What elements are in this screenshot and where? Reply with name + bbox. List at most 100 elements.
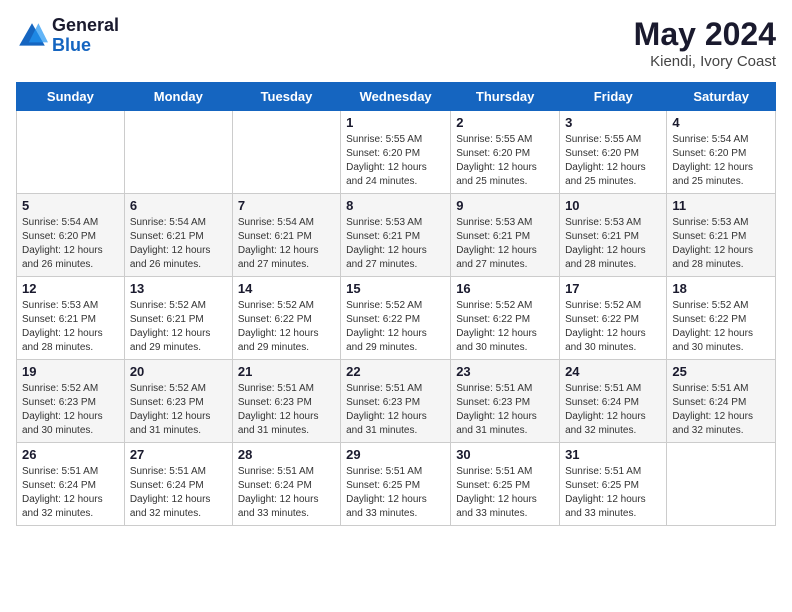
calendar-cell: 23 Sunrise: 5:51 AM Sunset: 6:23 PM Dayli… [451,360,560,443]
calendar-cell: 18 Sunrise: 5:52 AM Sunset: 6:22 PM Dayli… [667,277,776,360]
calendar-cell: 19 Sunrise: 5:52 AM Sunset: 6:23 PM Dayli… [17,360,125,443]
day-info: Sunrise: 5:51 AM Sunset: 6:23 PM Dayligh… [238,382,335,438]
day-info: Sunrise: 5:51 AM Sunset: 6:24 PM Dayligh… [22,465,119,521]
day-info: Sunrise: 5:51 AM Sunset: 6:24 PM Dayligh… [130,465,227,521]
day-info: Sunrise: 5:52 AM Sunset: 6:22 PM Dayligh… [238,299,335,355]
day-info: Sunrise: 5:54 AM Sunset: 6:20 PM Dayligh… [672,133,770,189]
day-info: Sunrise: 5:52 AM Sunset: 6:22 PM Dayligh… [672,299,770,355]
calendar-cell [124,111,232,194]
day-number: 17 [565,281,661,296]
calendar-cell: 27 Sunrise: 5:51 AM Sunset: 6:24 PM Dayli… [124,443,232,526]
weekday-header: Thursday [451,83,560,111]
day-info: Sunrise: 5:51 AM Sunset: 6:24 PM Dayligh… [672,382,770,438]
day-number: 11 [672,198,770,213]
day-info: Sunrise: 5:54 AM Sunset: 6:20 PM Dayligh… [22,216,119,272]
calendar-cell: 16 Sunrise: 5:52 AM Sunset: 6:22 PM Dayli… [451,277,560,360]
day-info: Sunrise: 5:55 AM Sunset: 6:20 PM Dayligh… [565,133,661,189]
day-info: Sunrise: 5:51 AM Sunset: 6:24 PM Dayligh… [565,382,661,438]
calendar-cell: 24 Sunrise: 5:51 AM Sunset: 6:24 PM Dayli… [560,360,667,443]
day-info: Sunrise: 5:52 AM Sunset: 6:23 PM Dayligh… [22,382,119,438]
day-number: 2 [456,115,554,130]
weekday-header: Wednesday [341,83,451,111]
day-number: 31 [565,447,661,462]
day-info: Sunrise: 5:51 AM Sunset: 6:23 PM Dayligh… [346,382,445,438]
page-header: General Blue May 2024 Kiendi, Ivory Coas… [16,16,776,70]
day-info: Sunrise: 5:51 AM Sunset: 6:24 PM Dayligh… [238,465,335,521]
calendar-cell: 17 Sunrise: 5:52 AM Sunset: 6:22 PM Dayli… [560,277,667,360]
day-number: 21 [238,364,335,379]
weekday-header: Friday [560,83,667,111]
calendar-cell: 2Sunrise: 5:55 AM Sunset: 6:20 PM Daylig… [451,111,560,194]
day-number: 23 [456,364,554,379]
calendar-cell: 20 Sunrise: 5:52 AM Sunset: 6:23 PM Dayli… [124,360,232,443]
day-number: 27 [130,447,227,462]
day-number: 28 [238,447,335,462]
day-info: Sunrise: 5:52 AM Sunset: 6:21 PM Dayligh… [130,299,227,355]
day-number: 29 [346,447,445,462]
day-number: 18 [672,281,770,296]
day-number: 19 [22,364,119,379]
day-info: Sunrise: 5:54 AM Sunset: 6:21 PM Dayligh… [238,216,335,272]
day-info: Sunrise: 5:52 AM Sunset: 6:22 PM Dayligh… [456,299,554,355]
calendar-cell: 21 Sunrise: 5:51 AM Sunset: 6:23 PM Dayli… [232,360,340,443]
weekday-header-row: SundayMondayTuesdayWednesdayThursdayFrid… [17,83,776,111]
day-number: 22 [346,364,445,379]
calendar-cell: 1 Sunrise: 5:55 AM Sunset: 6:20 PM Daylig… [341,111,451,194]
day-number: 16 [456,281,554,296]
calendar-cell: 25 Sunrise: 5:51 AM Sunset: 6:24 PM Dayli… [667,360,776,443]
day-number: 15 [346,281,445,296]
day-info: Sunrise: 5:52 AM Sunset: 6:23 PM Dayligh… [130,382,227,438]
day-info: Sunrise: 5:53 AM Sunset: 6:21 PM Dayligh… [456,216,554,272]
calendar-cell [17,111,125,194]
calendar-cell: 26 Sunrise: 5:51 AM Sunset: 6:24 PM Dayli… [17,443,125,526]
day-number: 20 [130,364,227,379]
calendar-cell: 8 Sunrise: 5:53 AM Sunset: 6:21 PM Daylig… [341,194,451,277]
day-number: 4 [672,115,770,130]
day-info: Sunrise: 5:51 AM Sunset: 6:25 PM Dayligh… [456,465,554,521]
day-number: 5 [22,198,119,213]
logo-blue: Blue [52,36,119,56]
calendar-cell: 4 Sunrise: 5:54 AM Sunset: 6:20 PM Daylig… [667,111,776,194]
day-info: Sunrise: 5:51 AM Sunset: 6:25 PM Dayligh… [346,465,445,521]
calendar-cell: 11Sunrise: 5:53 AM Sunset: 6:21 PM Dayli… [667,194,776,277]
weekday-header: Sunday [17,83,125,111]
day-number: 13 [130,281,227,296]
day-number: 7 [238,198,335,213]
day-number: 26 [22,447,119,462]
day-info: Sunrise: 5:52 AM Sunset: 6:22 PM Dayligh… [565,299,661,355]
day-number: 9 [456,198,554,213]
day-info: Sunrise: 5:54 AM Sunset: 6:21 PM Dayligh… [130,216,227,272]
calendar-cell: 7 Sunrise: 5:54 AM Sunset: 6:21 PM Daylig… [232,194,340,277]
day-info: Sunrise: 5:55 AM Sunset: 6:20 PM Dayligh… [346,133,445,189]
day-info: Sunrise: 5:53 AM Sunset: 6:21 PM Dayligh… [22,299,119,355]
day-info: Sunrise: 5:52 AM Sunset: 6:22 PM Dayligh… [346,299,445,355]
title-block: May 2024 Kiendi, Ivory Coast [634,16,776,70]
calendar-cell: 13 Sunrise: 5:52 AM Sunset: 6:21 PM Dayli… [124,277,232,360]
calendar-week-row: 19 Sunrise: 5:52 AM Sunset: 6:23 PM Dayli… [17,360,776,443]
day-number: 12 [22,281,119,296]
calendar-cell: 22 Sunrise: 5:51 AM Sunset: 6:23 PM Dayli… [341,360,451,443]
day-number: 1 [346,115,445,130]
calendar-cell: 6 Sunrise: 5:54 AM Sunset: 6:21 PM Daylig… [124,194,232,277]
day-info: Sunrise: 5:53 AM Sunset: 6:21 PM Dayligh… [565,216,661,272]
day-number: 10 [565,198,661,213]
day-number: 24 [565,364,661,379]
calendar-cell [232,111,340,194]
day-number: 8 [346,198,445,213]
day-number: 6 [130,198,227,213]
calendar-cell: 15 Sunrise: 5:52 AM Sunset: 6:22 PM Dayli… [341,277,451,360]
calendar-cell: 31Sunrise: 5:51 AM Sunset: 6:25 PM Dayli… [560,443,667,526]
calendar-cell: 9 Sunrise: 5:53 AM Sunset: 6:21 PM Daylig… [451,194,560,277]
day-number: 30 [456,447,554,462]
day-info: Sunrise: 5:53 AM Sunset: 6:21 PM Dayligh… [346,216,445,272]
day-number: 25 [672,364,770,379]
logo-text: General Blue [52,16,119,56]
calendar-cell: 30 Sunrise: 5:51 AM Sunset: 6:25 PM Dayli… [451,443,560,526]
calendar-cell [667,443,776,526]
day-info: Sunrise: 5:51 AM Sunset: 6:23 PM Dayligh… [456,382,554,438]
calendar-cell: 5 Sunrise: 5:54 AM Sunset: 6:20 PM Daylig… [17,194,125,277]
calendar-week-row: 5 Sunrise: 5:54 AM Sunset: 6:20 PM Daylig… [17,194,776,277]
calendar-cell: 28 Sunrise: 5:51 AM Sunset: 6:24 PM Dayli… [232,443,340,526]
calendar-table: SundayMondayTuesdayWednesdayThursdayFrid… [16,82,776,526]
calendar-week-row: 1 Sunrise: 5:55 AM Sunset: 6:20 PM Daylig… [17,111,776,194]
